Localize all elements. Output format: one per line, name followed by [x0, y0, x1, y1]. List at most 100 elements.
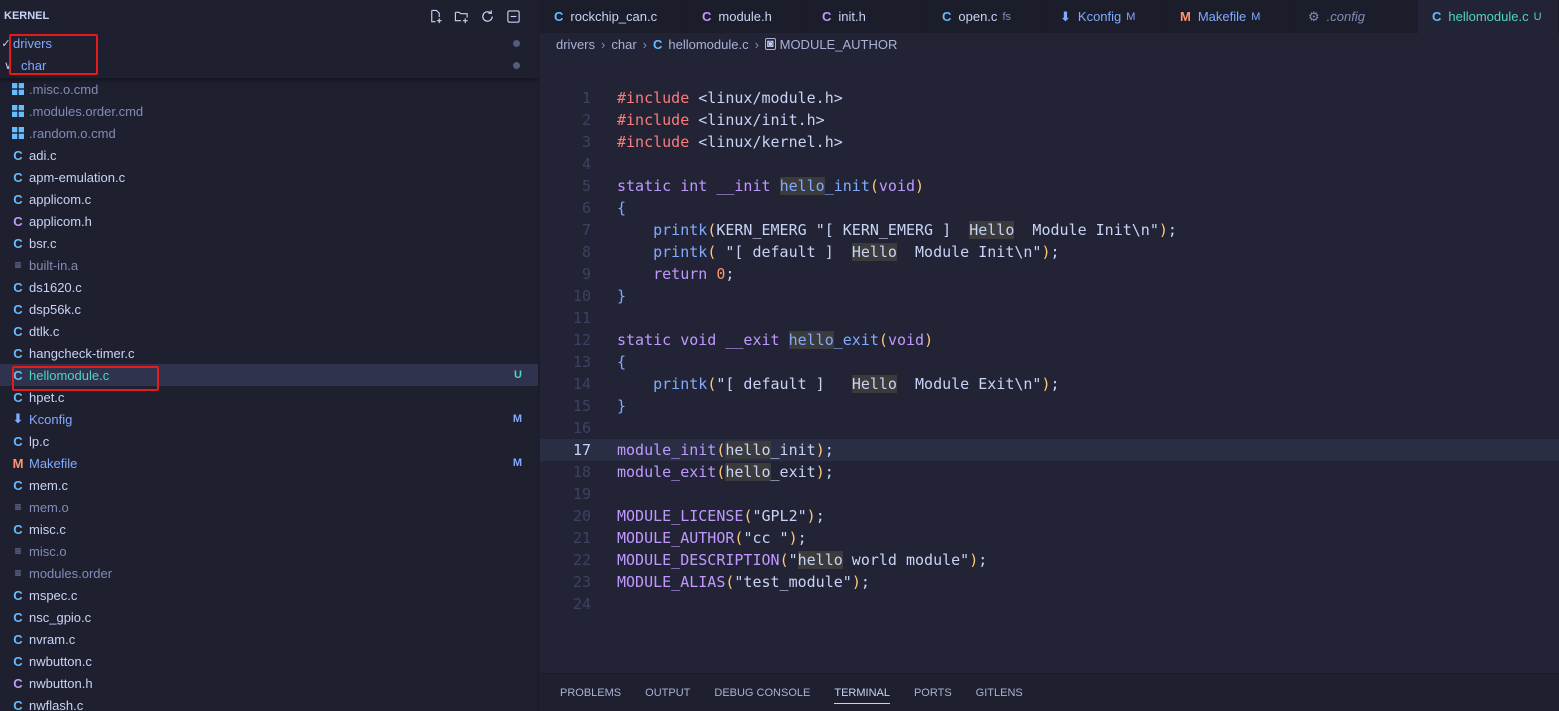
- file-name: Kconfig: [29, 411, 73, 427]
- file-name: misc.o: [29, 543, 67, 559]
- code-token: <linux/init.h>: [698, 111, 825, 129]
- code-editor[interactable]: 1 #include <linux/module.h> 2 #include <lin…: [540, 55, 1559, 673]
- folder-drivers[interactable]: ✓ drivers: [0, 32, 538, 54]
- tab-module-h[interactable]: Cmodule.h: [688, 0, 808, 33]
- code-token: ;: [1167, 221, 1177, 239]
- code-token: __init: [716, 177, 771, 195]
- file-item[interactable]: .modules.order.cmd: [0, 100, 538, 122]
- file-item[interactable]: Capplicom.c: [0, 188, 538, 210]
- tab-suffix: U: [1533, 10, 1542, 23]
- file-item[interactable]: Cnwflash.c: [0, 694, 538, 711]
- new-file-icon[interactable]: [426, 7, 444, 25]
- tab-suffix: M: [1126, 10, 1136, 23]
- file-item[interactable]: Cdsp56k.c: [0, 298, 538, 320]
- code-text: MODULE_LICENSE("GPL2");: [617, 505, 825, 527]
- file-item[interactable]: Cmisc.c: [0, 518, 538, 540]
- panel-tab-ports[interactable]: PORTS: [914, 674, 952, 711]
- file-name: misc.c: [29, 521, 66, 537]
- file-item[interactable]: ≡ misc.o: [0, 540, 538, 562]
- file-item[interactable]: Cnwbutton.c: [0, 650, 538, 672]
- collapse-all-icon[interactable]: [504, 7, 522, 25]
- code-token: "GPL2": [752, 507, 807, 525]
- code-token: void: [680, 331, 717, 349]
- file-item[interactable]: Cbsr.c: [0, 232, 538, 254]
- file-item[interactable]: ≡ mem.o: [0, 496, 538, 518]
- code-token: module_init: [617, 441, 717, 459]
- line-number: 11: [572, 309, 591, 327]
- tab-label: module.h: [718, 9, 772, 24]
- file-item[interactable]: .random.o.cmd: [0, 122, 538, 144]
- breadcrumb-symbol[interactable]: MODULE_AUTHOR: [780, 37, 898, 52]
- code-line: 9 return 0;: [540, 263, 1559, 285]
- file-item[interactable]: Cadi.c: [0, 144, 538, 166]
- breadcrumb-drivers[interactable]: drivers: [556, 37, 595, 52]
- panel-tab-gitlens[interactable]: GITLENS: [976, 674, 1023, 711]
- breadcrumb-file[interactable]: hellomodule.c: [668, 37, 748, 52]
- c-file-icon: C: [13, 367, 23, 383]
- folder-char[interactable]: ∨ char: [0, 54, 538, 76]
- file-name: applicom.c: [29, 191, 92, 207]
- code-text: printk(KERN_EMERG "[ KERN_EMERG ] Hello …: [617, 219, 1177, 241]
- file-item[interactable]: Cnvram.c: [0, 628, 538, 650]
- tab-label: Makefile: [1197, 9, 1247, 24]
- h-file-icon: C: [13, 213, 23, 229]
- c-file-icon: C: [13, 631, 23, 647]
- tab-init-h[interactable]: Cinit.h: [808, 0, 928, 33]
- file-item[interactable]: Cmspec.c: [0, 584, 538, 606]
- file-item[interactable]: Chpet.c: [0, 386, 538, 408]
- file-item[interactable]: Capplicom.h: [0, 210, 538, 232]
- file-item[interactable]: Cnsc_gpio.c: [0, 606, 538, 628]
- c-file-icon: C: [13, 191, 23, 207]
- file-item[interactable]: Changcheck-timer.c: [0, 342, 538, 364]
- file-name: .modules.order.cmd: [29, 103, 144, 119]
- tab-hellomodule-c[interactable]: Chellomodule.c U: [1418, 0, 1559, 33]
- file-item[interactable]: Cnwbutton.h: [0, 672, 538, 694]
- file-item[interactable]: ≡ modules.order: [0, 562, 538, 584]
- panel-tab-terminal[interactable]: TERMINAL: [834, 674, 890, 711]
- code-token: ;: [1050, 243, 1060, 261]
- tab-rockchip-can-c[interactable]: Crockchip_can.c: [540, 0, 688, 33]
- tab-kconfig[interactable]: ⬇ Kconfig M: [1046, 0, 1166, 33]
- chevron-right-icon: ›: [754, 36, 759, 52]
- breadcrumb-char[interactable]: char: [611, 37, 636, 52]
- file-item[interactable]: Cds1620.c: [0, 276, 538, 298]
- file-item[interactable]: Cdtlk.c: [0, 320, 538, 342]
- line-number: 16: [572, 419, 591, 437]
- code-text: #include <linux/module.h>: [617, 87, 843, 109]
- tab-open-c[interactable]: Copen.c fs: [928, 0, 1046, 33]
- new-folder-icon[interactable]: [452, 7, 470, 25]
- file-item[interactable]: Capm-emulation.c: [0, 166, 538, 188]
- file-item[interactable]: Clp.c: [0, 430, 538, 452]
- file-name: dtlk.c: [29, 323, 60, 339]
- file-item[interactable]: Chellomodule.c U: [0, 364, 538, 386]
- file-name: modules.order: [29, 565, 113, 581]
- line-number: 13: [572, 353, 591, 371]
- code-line: 17 module_init(hello_init);: [540, 439, 1559, 461]
- code-line: 15}: [540, 395, 1559, 417]
- git-status-badge: U: [514, 369, 522, 381]
- refresh-icon[interactable]: [478, 7, 496, 25]
- file-name: applicom.h: [29, 213, 92, 229]
- gear-icon: ⚙: [1308, 8, 1320, 24]
- panel-tab-debug-console[interactable]: DEBUG CONSOLE: [714, 674, 810, 711]
- file-item[interactable]: Cmem.c: [0, 474, 538, 496]
- explorer-sidebar: KERNEL ✓ drivers ∨ char .misc.o.cmd .mod…: [0, 0, 539, 711]
- c-file-icon: C: [13, 235, 23, 251]
- panel-tab-output[interactable]: OUTPUT: [645, 674, 690, 711]
- text-file-icon: ≡: [14, 566, 22, 580]
- panel-tab-problems[interactable]: PROBLEMS: [560, 674, 621, 711]
- file-item[interactable]: ≡ built-in.a: [0, 254, 538, 276]
- file-item[interactable]: M Makefile M: [0, 452, 538, 474]
- code-token: ": [788, 551, 798, 569]
- code-token: "cc ": [743, 529, 789, 547]
- file-item[interactable]: ⬇ Kconfig M: [0, 408, 538, 430]
- code-text: static void __exit hello_exit(void): [617, 329, 933, 351]
- windows-icon: [11, 127, 25, 139]
- tab-config[interactable]: ⚙ .config: [1294, 0, 1418, 33]
- tab-makefile[interactable]: M Makefile M: [1166, 0, 1294, 33]
- code-token: ): [806, 507, 816, 525]
- file-item[interactable]: .misc.o.cmd: [0, 78, 538, 100]
- c-file-icon: C: [13, 521, 23, 537]
